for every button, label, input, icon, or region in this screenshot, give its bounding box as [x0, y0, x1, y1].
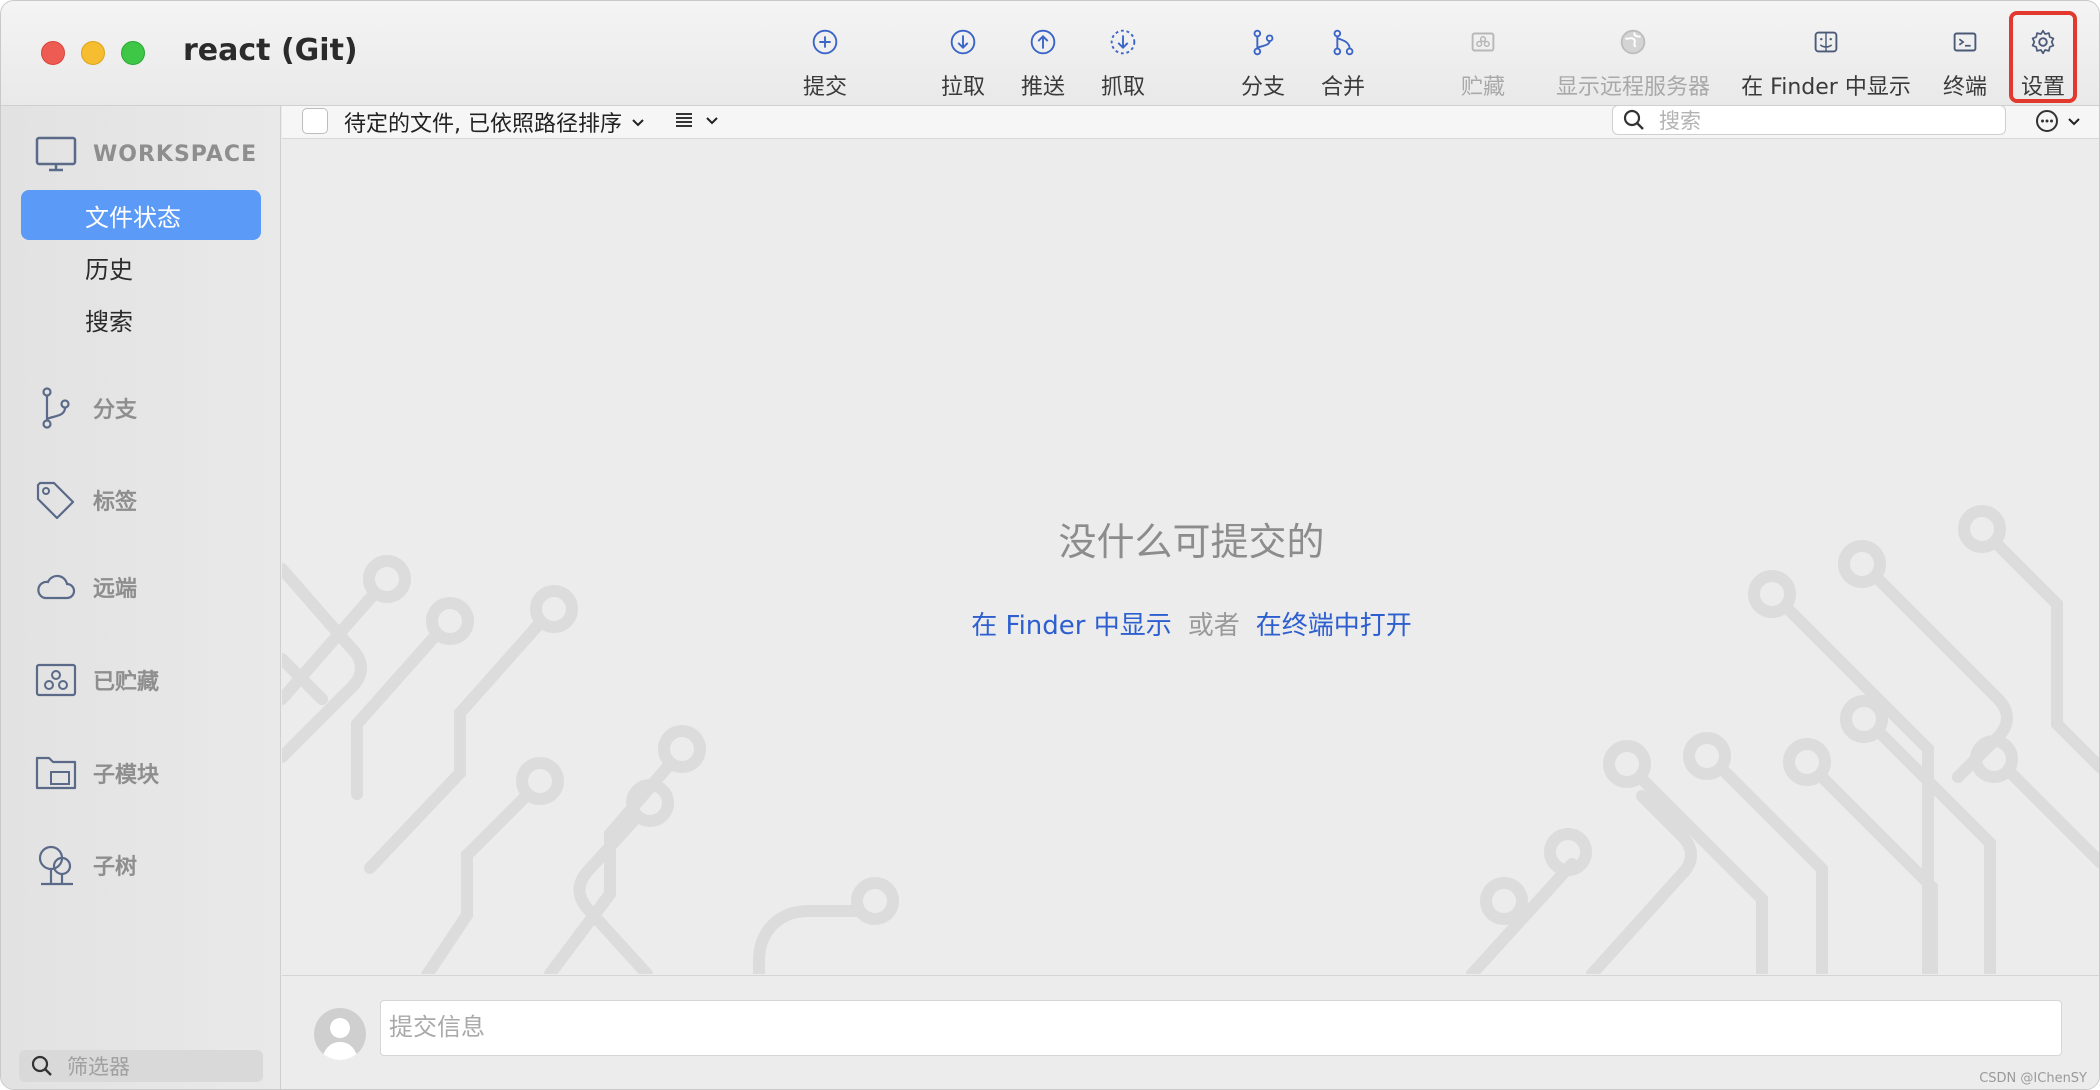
branch-icon: [1253, 29, 1274, 56]
open-in-terminal-link[interactable]: 在终端中打开: [1256, 611, 1412, 641]
merge-button[interactable]: 合并: [1311, 15, 1375, 101]
search-icon: [1623, 109, 1644, 130]
sidebar-filter-input[interactable]: 筛选器: [19, 1050, 263, 1082]
branch-button[interactable]: 分支: [1231, 15, 1295, 101]
pull-button[interactable]: 拉取: [931, 15, 995, 101]
sidebar-item-label: 文件状态: [85, 203, 181, 232]
fetch-dashed-circle-icon: [1110, 29, 1136, 55]
sidebar-item-label: 搜索: [85, 307, 133, 336]
commit-message-placeholder: 提交信息: [389, 1013, 485, 1041]
sidebar-section-branches[interactable]: 分支: [35, 386, 137, 430]
stash-icon: [35, 663, 77, 697]
subtree-icon: [38, 845, 73, 886]
avatar: [314, 1008, 366, 1060]
stash-button-label: 贮藏: [1460, 75, 1505, 100]
terminal-button-label: 终端: [1942, 75, 1987, 100]
or-text: 或者: [1187, 611, 1240, 641]
plus-circle-icon: [812, 29, 838, 55]
monitor-icon: [35, 136, 77, 172]
ellipsis-circle-icon: [2036, 110, 2058, 132]
fetch-button-label: 抓取: [1100, 75, 1145, 100]
show-in-finder-button-label: 在 Finder 中显示: [1741, 75, 1911, 100]
chevron-down-icon: [706, 117, 718, 125]
show-in-finder-button[interactable]: 在 Finder 中显示: [1741, 15, 1911, 101]
search-icon: [31, 1055, 52, 1076]
empty-state-area: 没什么可提交的 在 Finder 中显示 或者 在终端中打开: [282, 139, 2099, 974]
push-button-label: 推送: [1020, 75, 1065, 100]
empty-state-title: 没什么可提交的: [1058, 520, 1325, 564]
sidebar: WORKSPACE 文件状态 历史 搜索 分支 标签 远端 已贮藏 子模块 子树: [1, 106, 281, 1089]
globe-icon: [1620, 29, 1646, 55]
show-in-finder-link[interactable]: 在 Finder 中显示: [971, 611, 1172, 641]
merge-icon: [1333, 29, 1354, 56]
commit-message-input[interactable]: 提交信息: [380, 1000, 2062, 1056]
close-window-button[interactable]: [41, 41, 65, 65]
arrow-down-circle-icon: [950, 29, 976, 55]
tag-icon: [36, 481, 75, 520]
more-options-dropdown[interactable]: [2034, 108, 2084, 134]
submodule-icon: [35, 756, 77, 790]
sort-label: 待定的文件, 已依照路径排序: [344, 112, 622, 137]
settings-highlight-box: [2009, 11, 2077, 103]
filter-placeholder: 筛选器: [67, 1055, 130, 1079]
show-remote-button-label: 显示远程服务器: [1555, 75, 1710, 100]
empty-state-actions: 在 Finder 中显示 或者 在终端中打开: [282, 605, 2099, 642]
minimize-window-button[interactable]: [81, 41, 105, 65]
section-label: 标签: [93, 490, 138, 515]
show-remote-button[interactable]: 显示远程服务器: [1553, 15, 1713, 101]
pull-button-label: 拉取: [940, 75, 985, 100]
sidebar-section-submodules[interactable]: 子模块: [35, 754, 159, 792]
maximize-window-button[interactable]: [121, 41, 145, 65]
cloud-icon: [37, 574, 76, 600]
branch-icon: [42, 387, 70, 429]
sidebar-section-subtrees[interactable]: 子树: [35, 844, 137, 886]
app-window: react (Git) 提交 拉取 推送 抓取 分支 合并 贮藏 显示远程服务器…: [0, 0, 2100, 1090]
section-label: 子树: [93, 855, 138, 880]
toolbar: react (Git) 提交 拉取 推送 抓取 分支 合并 贮藏 显示远程服务器…: [1, 1, 2099, 106]
sidebar-item-search[interactable]: 搜索: [21, 294, 261, 344]
terminal-button[interactable]: 终端: [1933, 15, 1997, 101]
sidebar-item-label: 历史: [85, 255, 133, 284]
sidebar-section-remotes[interactable]: 远端: [35, 570, 137, 604]
sidebar-section-stashes[interactable]: 已贮藏: [35, 662, 159, 698]
file-list-header: 待定的文件, 已依照路径排序 搜索: [282, 105, 2099, 139]
merge-button-label: 合并: [1320, 75, 1365, 100]
user-placeholder-icon: [322, 1018, 358, 1060]
section-label: 分支: [93, 398, 138, 423]
list-view-icon: [676, 113, 692, 127]
arrow-up-circle-icon: [1030, 29, 1056, 55]
workspace-header: WORKSPACE: [35, 136, 257, 172]
sidebar-item-history[interactable]: 历史: [21, 242, 261, 292]
view-options-dropdown[interactable]: [672, 108, 722, 132]
stash-button[interactable]: 贮藏: [1451, 15, 1515, 101]
file-search-input[interactable]: 搜索: [1612, 105, 2006, 135]
commit-button-label: 提交: [802, 75, 847, 100]
chevron-down-icon: [2068, 118, 2080, 126]
section-label: 已贮藏: [93, 670, 160, 695]
push-button[interactable]: 推送: [1011, 15, 1075, 101]
sidebar-item-file-status[interactable]: 文件状态: [21, 190, 261, 240]
workspace-label: WORKSPACE: [93, 141, 258, 167]
watermark: CSDN @IChenSY: [1979, 1071, 2087, 1086]
stash-icon: [1471, 32, 1495, 52]
fetch-button[interactable]: 抓取: [1091, 15, 1155, 101]
commit-button[interactable]: 提交: [793, 15, 857, 101]
section-label: 子模块: [93, 763, 160, 788]
sort-dropdown[interactable]: 待定的文件, 已依照路径排序: [344, 106, 648, 138]
chevron-down-icon: [632, 119, 644, 127]
commit-bar: 提交信息 CSDN @IChenSY: [282, 975, 2099, 1089]
section-label: 远端: [93, 577, 138, 602]
terminal-icon: [1953, 32, 1977, 52]
select-all-checkbox[interactable]: [302, 108, 328, 134]
search-placeholder: 搜索: [1659, 109, 1701, 133]
finder-icon: [1814, 31, 1838, 53]
branch-button-label: 分支: [1240, 75, 1285, 100]
window-title: react (Git): [183, 33, 358, 68]
sidebar-section-tags[interactable]: 标签: [35, 480, 137, 520]
